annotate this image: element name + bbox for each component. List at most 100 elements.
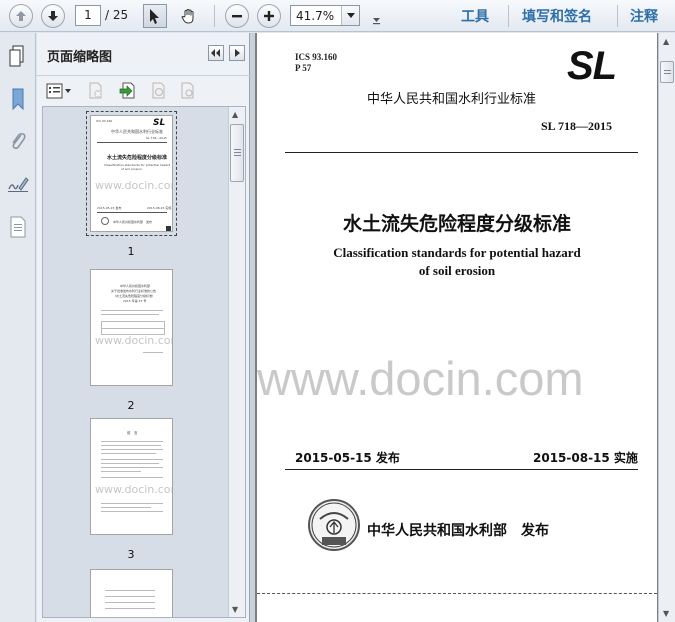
collapse-pane-button[interactable] bbox=[208, 45, 224, 61]
thumbnail-page-number: 1 bbox=[127, 245, 135, 258]
thumb-line bbox=[101, 445, 161, 446]
attachments-button[interactable] bbox=[7, 130, 29, 152]
arrow-up-icon bbox=[16, 11, 26, 21]
select-tool-button[interactable] bbox=[143, 4, 167, 28]
thumb-line bbox=[101, 453, 156, 454]
menu-comment[interactable]: 注释 bbox=[630, 6, 658, 26]
page-layers-button[interactable] bbox=[7, 216, 29, 238]
thumbnail-toolbar bbox=[37, 75, 250, 105]
page-number-input[interactable]: 1 bbox=[75, 5, 101, 26]
navigation-strip bbox=[0, 33, 36, 622]
thumb-line bbox=[101, 467, 163, 468]
thumb-line bbox=[101, 328, 165, 329]
scroll-down-arrow[interactable]: ▼ bbox=[232, 605, 238, 614]
thumbnail-page-number: 3 bbox=[127, 548, 135, 561]
page-total-label: / 25 bbox=[105, 8, 129, 22]
insert-page-icon bbox=[119, 82, 135, 99]
thumb-seal bbox=[101, 217, 109, 225]
thumb-text: 中华人民共和国水利部 发布 bbox=[113, 220, 153, 224]
text-cursor-arrow-icon bbox=[150, 9, 159, 24]
grip-line bbox=[234, 155, 241, 156]
thumb-line bbox=[101, 503, 163, 504]
extract-page-icon bbox=[181, 82, 194, 99]
title-english-line2: of soil erosion bbox=[418, 263, 496, 278]
title-chinese: 水土流失危险程度分级标准 bbox=[342, 213, 571, 235]
menu-tools[interactable]: 工具 bbox=[461, 6, 489, 26]
chevron-right-icon bbox=[235, 49, 240, 57]
minus-icon bbox=[232, 15, 242, 18]
thumbnails-pane: 页面缩略图 ICS 93.160 SL 中华人民共和国水利行业标准 SL 718… bbox=[37, 33, 250, 622]
thumb-line bbox=[105, 608, 155, 609]
chevron-down-more-icon bbox=[373, 18, 380, 25]
document-scrollbar[interactable]: ▲ ▼ bbox=[658, 33, 675, 622]
insert-page-button[interactable] bbox=[117, 81, 139, 101]
signatures-button[interactable] bbox=[7, 173, 29, 195]
title-english-line1: Classification standards for potential h… bbox=[333, 245, 581, 260]
standard-category: 中华人民共和国水利行业标准 bbox=[367, 92, 537, 107]
thumb-text: 前 言 bbox=[127, 431, 138, 435]
thumb-text: 2015 年第 25 号 bbox=[123, 299, 147, 303]
grip-line bbox=[664, 73, 671, 74]
scroll-down-arrow[interactable]: ▼ bbox=[663, 609, 669, 618]
thumbnail-list[interactable]: ICS 93.160 SL 中华人民共和国水利行业标准 SL 718—2015 … bbox=[42, 106, 246, 618]
zoom-value: 41.7% bbox=[296, 9, 335, 23]
document-page: ICS 93.160 P 57 SL 中华人民共和国水利行业标准 SL 718—… bbox=[257, 33, 657, 622]
delete-page-button[interactable] bbox=[85, 81, 107, 101]
thumbnail-scrollbar[interactable]: ▲ ▼ bbox=[228, 107, 245, 617]
main-toolbar: 1 / 25 41.7% 工具 填写和签名 注释 bbox=[0, 0, 675, 32]
thumb-watermark: www.docin.com bbox=[95, 483, 173, 496]
toolbar-more-button[interactable] bbox=[372, 10, 381, 29]
thumb-line bbox=[101, 471, 141, 472]
hand-tool-button[interactable] bbox=[177, 4, 201, 28]
thumb-line bbox=[105, 602, 155, 603]
extract-page-button[interactable] bbox=[177, 81, 199, 101]
zoom-out-button[interactable] bbox=[225, 4, 249, 28]
thumb-line bbox=[101, 511, 163, 512]
scroll-up-arrow[interactable]: ▲ bbox=[232, 110, 238, 119]
next-page-button[interactable] bbox=[41, 4, 65, 28]
thumb-line bbox=[101, 507, 151, 508]
rotate-page-button[interactable] bbox=[148, 81, 170, 101]
zoom-dropdown-button[interactable] bbox=[341, 6, 359, 25]
expand-pane-button[interactable] bbox=[229, 45, 245, 61]
thumb-resize-handle[interactable] bbox=[166, 226, 171, 231]
thumb-line bbox=[101, 441, 163, 442]
scrollbar-thumb[interactable] bbox=[230, 124, 244, 182]
thumbnail-page-number: 2 bbox=[127, 399, 135, 412]
document-icon bbox=[10, 216, 26, 238]
hand-icon bbox=[181, 9, 194, 24]
bookmark-icon bbox=[12, 88, 24, 110]
issue-date: 2015-05-15 发布 bbox=[295, 451, 400, 465]
page-thumbnails-button[interactable] bbox=[7, 45, 29, 67]
thumb-line bbox=[143, 352, 163, 353]
thumb-line bbox=[101, 459, 163, 460]
pages-icon bbox=[9, 45, 24, 67]
scrollbar-thumb[interactable] bbox=[660, 61, 674, 83]
seal-emblem-icon bbox=[311, 502, 357, 548]
page-thumbnail[interactable]: 中华人民共和国水利部 关于批准发布水利行业标准的公告 （水土流失危险程度分级标准… bbox=[90, 269, 173, 386]
implementation-date: 2015-08-15 实施 bbox=[533, 451, 638, 465]
thumb-logo: SL bbox=[153, 118, 166, 128]
scroll-up-arrow[interactable]: ▲ bbox=[663, 37, 669, 46]
arrow-down-icon bbox=[48, 11, 58, 21]
thumb-rule bbox=[97, 212, 167, 213]
zoom-level-select[interactable]: 41.7% bbox=[290, 5, 360, 26]
bookmarks-button[interactable] bbox=[7, 88, 29, 110]
grip-line bbox=[664, 70, 671, 71]
footer-rule bbox=[285, 469, 638, 470]
thumb-text: 2015-05-15 发布 bbox=[97, 206, 122, 210]
pdf-reader-window: 1 / 25 41.7% 工具 填写和签名 注释 页面缩略图 ICS 93.16… bbox=[0, 0, 675, 622]
page-thumbnail[interactable] bbox=[90, 569, 173, 617]
document-view[interactable]: ICS 93.160 P 57 SL 中华人民共和国水利行业标准 SL 718—… bbox=[255, 33, 675, 622]
menu-fill-and-sign[interactable]: 填写和签名 bbox=[522, 6, 592, 26]
thumb-line bbox=[105, 596, 155, 597]
zoom-in-button[interactable] bbox=[257, 4, 281, 28]
thumb-text: SL 718—2015 bbox=[146, 136, 167, 140]
page-thumbnail[interactable]: 前 言 www.docin.com bbox=[90, 418, 173, 535]
page-thumbnail[interactable]: ICS 93.160 SL 中华人民共和国水利行业标准 SL 718—2015 … bbox=[86, 111, 177, 236]
thumb-line bbox=[101, 477, 163, 478]
thumb-text: 水土流失危险程度分级标准 bbox=[107, 155, 168, 161]
thumbnail-options-button[interactable] bbox=[45, 81, 73, 101]
thumb-text: 中华人民共和国水利行业标准 bbox=[111, 129, 163, 134]
previous-page-button[interactable] bbox=[9, 4, 33, 28]
